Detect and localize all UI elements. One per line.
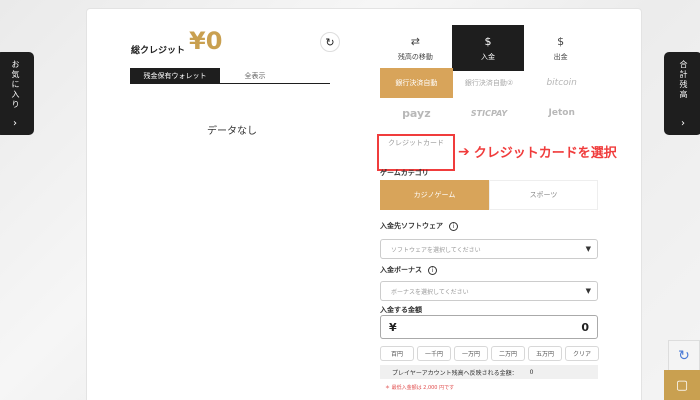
currency-symbol: ¥ bbox=[389, 320, 397, 334]
chip-1000[interactable]: 一千円 bbox=[417, 346, 451, 361]
pay-bank-auto[interactable]: 銀行決済自動 bbox=[380, 68, 453, 98]
wallet-tabs: 残金保有ウォレット 全表示 bbox=[130, 68, 330, 84]
empty-state-text: データなし bbox=[207, 126, 257, 137]
total-balance-tab[interactable]: 合計残高 › bbox=[664, 52, 700, 135]
main-card: 総クレジット ¥0 ↻ 残金保有ウォレット 全表示 データなし ⇄ 残高の移動 … bbox=[86, 8, 642, 400]
amount-input[interactable]: ¥ 0 bbox=[380, 315, 598, 339]
total-credit-value: ¥0 bbox=[189, 27, 223, 55]
pay-jeton[interactable]: Jeton bbox=[525, 98, 598, 128]
nav-withdraw[interactable]: $ 出金 bbox=[524, 25, 597, 71]
dollar-icon: $ bbox=[557, 34, 565, 48]
caret-down-icon: ▼ bbox=[585, 245, 591, 253]
arrow-right-icon: ➔ bbox=[458, 143, 470, 160]
chip-50000[interactable]: 五万円 bbox=[528, 346, 562, 361]
annotation: ➔ クレジットカードを選択 bbox=[458, 142, 617, 162]
recaptcha-icon[interactable]: ↻ bbox=[668, 340, 700, 372]
transfer-icon: ⇄ bbox=[410, 34, 420, 48]
nav-withdraw-label: 出金 bbox=[553, 52, 568, 61]
software-select[interactable]: ソフトウェアを選択してください ▼ bbox=[380, 239, 598, 259]
amount-label: 入金する金額 bbox=[380, 306, 422, 314]
game-category-options: カジノゲーム スポーツ bbox=[380, 180, 598, 210]
bonus-placeholder: ボーナスを選択してください bbox=[391, 288, 469, 296]
pay-payz[interactable]: payz bbox=[380, 98, 453, 128]
chat-icon[interactable]: ▢ bbox=[664, 370, 700, 400]
reflected-amount-value: 0 bbox=[529, 368, 534, 376]
amount-chips: 百円 一千円 一万円 二万円 五万円 クリア bbox=[380, 346, 599, 361]
software-label-row: 入金先ソフトウェア i bbox=[380, 221, 458, 231]
tab-wallet-balance[interactable]: 残金保有ウォレット bbox=[130, 68, 220, 84]
nav-deposit[interactable]: $ 入金 bbox=[451, 25, 525, 71]
top-nav: ⇄ 残高の移動 $ 入金 $ 出金 bbox=[379, 25, 597, 71]
chip-20000[interactable]: 二万円 bbox=[491, 346, 525, 361]
nav-deposit-label: 入金 bbox=[481, 52, 495, 61]
reflected-amount: プレイヤーアカウント残高へ反映される金額： 0 bbox=[380, 365, 598, 379]
bonus-label-row: 入金ボーナス i bbox=[380, 265, 437, 275]
pay-bank-auto-2[interactable]: 銀行決済自動② bbox=[453, 68, 526, 98]
total-credit-label: 総クレジット bbox=[131, 46, 186, 56]
tab-show-all[interactable]: 全表示 bbox=[220, 68, 290, 84]
annotation-text: クレジットカードを選択 bbox=[473, 146, 617, 161]
dollar-icon: $ bbox=[484, 34, 492, 48]
pay-bitcoin[interactable]: bitcoin bbox=[525, 68, 598, 98]
credit-card-highlight bbox=[377, 134, 455, 171]
refresh-icon[interactable]: ↻ bbox=[320, 32, 340, 52]
caret-down-icon: ▼ bbox=[585, 287, 591, 295]
amount-value: 0 bbox=[581, 320, 589, 334]
software-placeholder: ソフトウェアを選択してください bbox=[391, 246, 481, 254]
reflected-amount-label: プレイヤーアカウント残高へ反映される金額： bbox=[392, 369, 518, 377]
game-category-label: ゲームカテゴリ bbox=[380, 169, 429, 177]
chip-10000[interactable]: 一万円 bbox=[454, 346, 488, 361]
bonus-select[interactable]: ボーナスを選択してください ▼ bbox=[380, 281, 598, 301]
software-label: 入金先ソフトウェア bbox=[380, 222, 443, 230]
chevron-right-icon: › bbox=[681, 118, 685, 129]
nav-transfer[interactable]: ⇄ 残高の移動 bbox=[379, 25, 452, 71]
chip-100[interactable]: 百円 bbox=[380, 346, 414, 361]
total-balance-label: 合計残高 bbox=[679, 60, 688, 100]
payment-methods: 銀行決済自動 銀行決済自動② bitcoin payz STICPAY Jeto… bbox=[377, 68, 617, 171]
chevron-right-icon: › bbox=[13, 118, 17, 129]
category-casino[interactable]: カジノゲーム bbox=[380, 180, 489, 210]
pay-sticpay[interactable]: STICPAY bbox=[453, 98, 526, 128]
category-sports[interactable]: スポーツ bbox=[489, 180, 598, 210]
chip-clear[interactable]: クリア bbox=[565, 346, 599, 361]
minimum-deposit-note: ＊ 最低入金額は 2,000 円です bbox=[385, 385, 455, 391]
favorites-tab[interactable]: お気に入り › bbox=[0, 52, 34, 135]
info-icon[interactable]: i bbox=[428, 265, 437, 275]
favorites-label: お気に入り bbox=[11, 60, 20, 110]
nav-transfer-label: 残高の移動 bbox=[397, 52, 433, 61]
bonus-label: 入金ボーナス bbox=[380, 266, 422, 274]
info-icon[interactable]: i bbox=[449, 221, 458, 231]
